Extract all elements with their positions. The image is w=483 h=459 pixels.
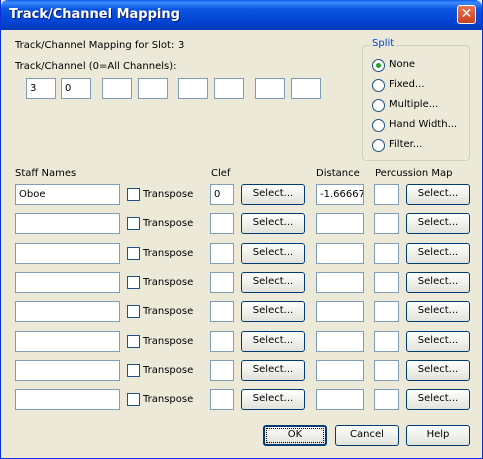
track-channel-field-4[interactable] (138, 78, 168, 99)
split-radio-3[interactable] (372, 119, 385, 132)
header-clef: Clef (211, 168, 231, 179)
percussion-map-select-button[interactable]: Select... (406, 213, 470, 235)
distance-input[interactable] (316, 271, 364, 293)
clef-select-button[interactable]: Select... (241, 359, 305, 381)
clef-select-button[interactable]: Select... (241, 271, 305, 293)
clef-select-button[interactable]: Select... (241, 213, 305, 235)
title-bar[interactable]: Track/Channel Mapping ✕ (1, 0, 482, 30)
staff-name-input[interactable] (15, 330, 120, 352)
track-channel-field-7[interactable] (255, 78, 285, 99)
close-icon: ✕ (460, 6, 473, 22)
track-channel-mapping-dialog: Track/Channel Mapping ✕ Track/Channel Ma… (0, 0, 483, 459)
split-radio-0[interactable] (372, 59, 385, 72)
track-channel-field-2[interactable]: 0 (61, 78, 91, 99)
staff-name-input[interactable] (15, 301, 120, 323)
percussion-map-select-button[interactable]: Select... (406, 184, 470, 205)
distance-input[interactable]: -1.66667 (316, 184, 364, 205)
clef-input[interactable] (210, 330, 234, 352)
transpose-label[interactable]: Transpose (143, 306, 193, 317)
staff-name-input[interactable] (15, 213, 120, 235)
split-radio-4[interactable] (372, 139, 385, 152)
percussion-map-input[interactable] (374, 271, 399, 293)
clef-select-button[interactable]: Select... (241, 330, 305, 352)
percussion-map-input[interactable] (374, 213, 399, 235)
slot-label: Track/Channel Mapping for Slot: (15, 40, 175, 51)
distance-input[interactable] (316, 389, 364, 411)
percussion-map-input[interactable] (374, 330, 399, 352)
staff-name-input[interactable] (15, 389, 120, 411)
staff-name-input[interactable] (15, 242, 120, 264)
distance-input[interactable] (316, 359, 364, 381)
split-radio-2[interactable] (372, 99, 385, 112)
split-option-label[interactable]: Filter... (389, 139, 422, 150)
distance-input[interactable] (316, 213, 364, 235)
transpose-checkbox[interactable] (127, 305, 140, 319)
track-channel-label: Track/Channel (0=All Channels): (15, 61, 177, 72)
header-distance: Distance (316, 168, 360, 179)
track-channel-field-8[interactable] (291, 78, 321, 99)
transpose-label[interactable]: Transpose (143, 277, 193, 288)
staff-name-input[interactable] (15, 271, 120, 293)
percussion-map-select-button[interactable]: Select... (406, 330, 470, 352)
clef-select-button[interactable]: Select... (241, 184, 305, 205)
distance-input[interactable] (316, 330, 364, 352)
close-button[interactable]: ✕ (457, 5, 476, 24)
header-staff-names: Staff Names (15, 168, 77, 179)
percussion-map-select-button[interactable]: Select... (406, 242, 470, 264)
transpose-checkbox[interactable] (127, 217, 140, 231)
split-option-label[interactable]: Multiple... (389, 99, 438, 110)
transpose-label[interactable]: Transpose (143, 218, 193, 229)
clef-input[interactable] (210, 213, 234, 235)
staff-name-input[interactable] (15, 359, 120, 381)
clef-select-button[interactable]: Select... (241, 242, 305, 264)
clef-input[interactable] (210, 389, 234, 411)
split-option-label[interactable]: Hand Width... (389, 119, 457, 130)
header-percussion-map: Percussion Map (375, 168, 453, 179)
distance-input[interactable] (316, 242, 364, 264)
cancel-button[interactable]: Cancel (335, 425, 399, 446)
split-radio-1[interactable] (372, 79, 385, 92)
percussion-map-select-button[interactable]: Select... (406, 359, 470, 381)
clef-input[interactable]: 0 (210, 184, 234, 205)
split-option-label[interactable]: None (389, 59, 415, 70)
track-channel-field-3[interactable] (102, 78, 132, 99)
percussion-map-select-button[interactable]: Select... (406, 389, 470, 411)
staff-name-input[interactable]: Oboe (15, 184, 120, 205)
clef-select-button[interactable]: Select... (241, 389, 305, 411)
percussion-map-input[interactable] (374, 242, 399, 264)
clef-input[interactable] (210, 242, 234, 264)
percussion-map-select-button[interactable]: Select... (406, 301, 470, 323)
transpose-label[interactable]: Transpose (143, 189, 193, 200)
clef-input[interactable] (210, 271, 234, 293)
transpose-label[interactable]: Transpose (143, 248, 193, 259)
split-option-label[interactable]: Fixed... (389, 79, 424, 90)
clef-input[interactable] (210, 359, 234, 381)
percussion-map-input[interactable] (374, 359, 399, 381)
dialog-title: Track/Channel Mapping (9, 7, 180, 22)
transpose-checkbox[interactable] (127, 363, 140, 377)
distance-input[interactable] (316, 301, 364, 323)
clef-input[interactable] (210, 301, 234, 323)
ok-button[interactable]: OK (263, 425, 327, 446)
transpose-checkbox[interactable] (127, 188, 140, 201)
percussion-map-input[interactable] (374, 184, 399, 205)
transpose-checkbox[interactable] (127, 334, 140, 348)
transpose-label[interactable]: Transpose (143, 365, 193, 376)
track-channel-field-5[interactable] (178, 78, 208, 99)
percussion-map-select-button[interactable]: Select... (406, 271, 470, 293)
transpose-label[interactable]: Transpose (143, 394, 193, 405)
help-button[interactable]: Help (406, 425, 470, 446)
transpose-checkbox[interactable] (127, 275, 140, 289)
transpose-checkbox[interactable] (127, 393, 140, 407)
percussion-map-input[interactable] (374, 301, 399, 323)
slot-value: 3 (178, 40, 185, 51)
transpose-label[interactable]: Transpose (143, 336, 193, 347)
percussion-map-input[interactable] (374, 389, 399, 411)
track-channel-field-6[interactable] (214, 78, 244, 99)
track-channel-field-1[interactable]: 3 (26, 78, 56, 99)
clef-select-button[interactable]: Select... (241, 301, 305, 323)
split-legend: Split (370, 38, 397, 49)
transpose-checkbox[interactable] (127, 246, 140, 260)
